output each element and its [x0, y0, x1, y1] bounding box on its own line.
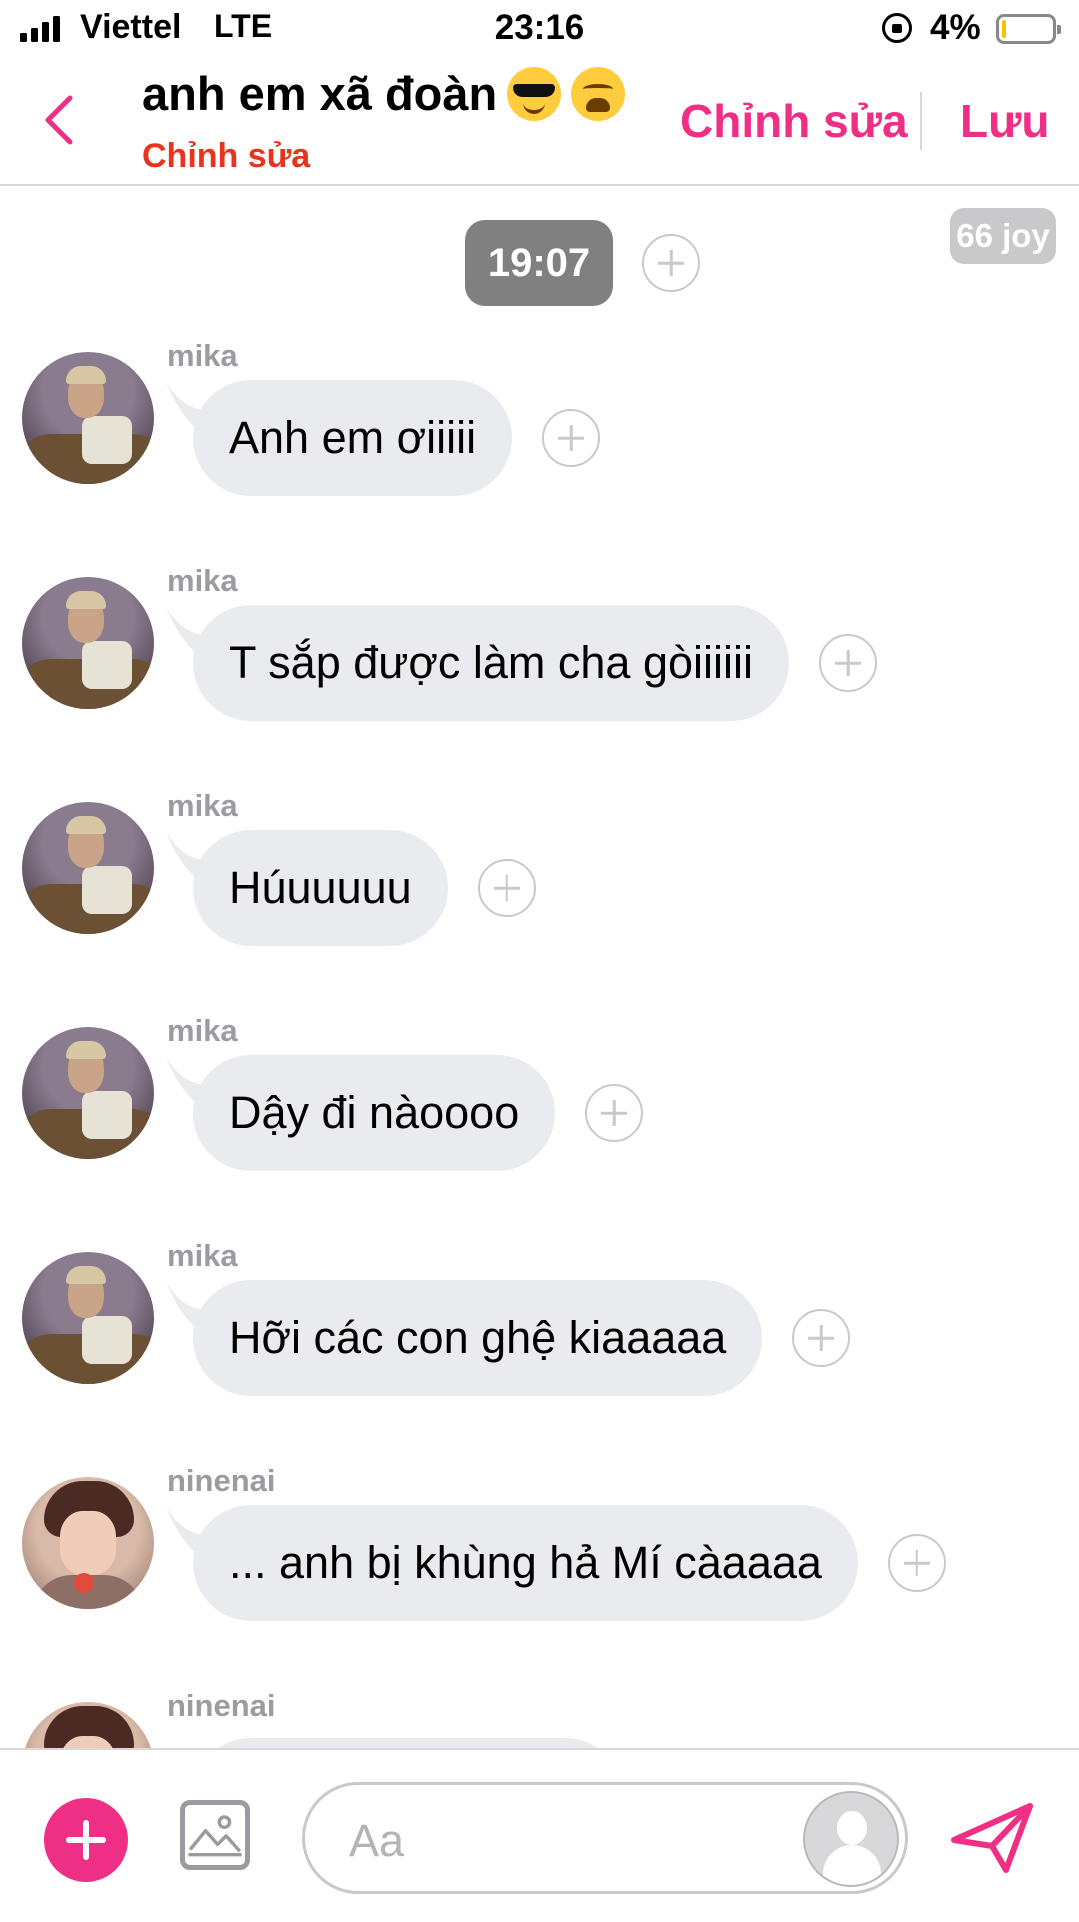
chat-subtitle[interactable]: Chỉnh sửa	[142, 137, 310, 176]
message-bubble[interactable]	[193, 1738, 623, 1748]
message-input-placeholder: Aa	[349, 1815, 405, 1866]
avatar[interactable]	[22, 577, 154, 709]
add-reaction-icon[interactable]	[477, 859, 536, 917]
avatar[interactable]	[22, 1027, 154, 1159]
message-row: ninenai	[0, 1682, 1079, 1748]
back-chevron-icon[interactable]	[40, 90, 80, 150]
message-bubble[interactable]: Hỡi các con ghệ kiaaaaa	[193, 1280, 763, 1396]
sender-name: mika	[167, 788, 238, 823]
message-bubble[interactable]: Dậy đi nàoooo	[193, 1055, 556, 1171]
message-input[interactable]: Aa	[302, 1782, 908, 1894]
chat-title[interactable]: anh em xã đoàn	[142, 66, 626, 121]
header-divider	[920, 92, 922, 150]
add-reaction-icon[interactable]	[585, 1084, 644, 1142]
message-row: mika Dậy đi nàoooo	[0, 1007, 1079, 1227]
sender-name: mika	[167, 1013, 238, 1048]
add-reaction-icon[interactable]	[542, 409, 601, 467]
sender-name: mika	[167, 1238, 238, 1273]
sender-name: mika	[167, 563, 238, 598]
joy-badge: 66 joy	[950, 208, 1056, 264]
weary-face-emoji-icon	[571, 66, 626, 121]
sunglasses-emoji-icon	[507, 66, 562, 121]
chat-header: anh em xã đoàn Chỉnh sửa Chỉnh sửa Lưu	[0, 60, 1079, 186]
add-reaction-icon[interactable]	[792, 1309, 851, 1367]
message-row: mika T sắp được làm cha gòiiiiii	[0, 557, 1079, 777]
message-bubble[interactable]: T sắp được làm cha gòiiiiii	[193, 605, 790, 721]
add-reaction-icon[interactable]	[819, 634, 878, 692]
chat-title-text: anh em xã đoàn	[142, 67, 498, 120]
message-row: mika Anh em ơiiiii	[0, 332, 1079, 552]
sender-name: ninenai	[167, 1688, 276, 1723]
avatar[interactable]	[22, 1252, 154, 1384]
rotation-lock-icon	[882, 13, 912, 43]
battery-percent: 4%	[930, 8, 981, 47]
avatar[interactable]	[22, 1477, 154, 1609]
message-row: mika Hỡi các con ghệ kiaaaaa	[0, 1232, 1079, 1452]
status-time: 23:16	[494, 8, 585, 47]
avatar[interactable]	[22, 1702, 154, 1748]
send-icon[interactable]	[950, 1800, 1034, 1876]
message-bubble[interactable]: Anh em ơiiiii	[193, 380, 513, 496]
message-bubble[interactable]: Húuuuuu	[193, 830, 448, 946]
timestamp-pill: 19:07	[465, 220, 613, 306]
add-reaction-icon[interactable]	[887, 1534, 946, 1592]
avatar[interactable]	[22, 352, 154, 484]
add-reaction-icon[interactable]	[642, 234, 700, 292]
message-bubble[interactable]: ... anh bị khùng hả Mí càaaaa	[193, 1505, 858, 1621]
user-avatar-icon[interactable]	[803, 1791, 899, 1887]
save-button[interactable]: Lưu	[960, 94, 1050, 148]
add-button[interactable]	[44, 1798, 128, 1882]
status-bar: Viettel LTE 23:16 4%	[0, 0, 1079, 60]
battery-icon	[996, 14, 1061, 44]
edit-button[interactable]: Chỉnh sửa	[680, 94, 908, 148]
sender-name: ninenai	[167, 1463, 276, 1498]
sender-name: mika	[167, 338, 238, 373]
message-list[interactable]: 19:07 66 joy mika Anh em ơiiiii mika T s…	[0, 186, 1079, 1748]
avatar[interactable]	[22, 802, 154, 934]
composer-bar: Aa	[0, 1748, 1079, 1922]
message-row: ninenai ... anh bị khùng hả Mí càaaaa	[0, 1457, 1079, 1677]
image-gallery-icon[interactable]	[180, 1800, 250, 1870]
message-row: mika Húuuuuu	[0, 782, 1079, 1002]
